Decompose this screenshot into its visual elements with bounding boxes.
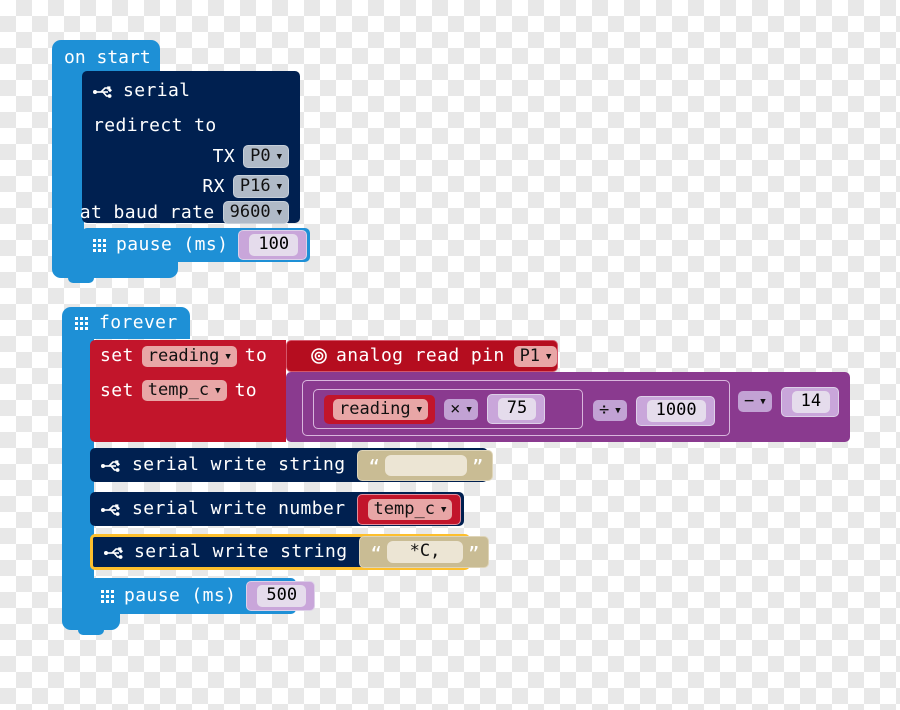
to-keyword: to [234, 379, 258, 401]
chevron-down-icon: ▼ [546, 351, 552, 362]
tx-label: TX [212, 145, 236, 167]
usb-icon [93, 84, 113, 98]
on-start-label: on start [64, 47, 151, 68]
baud-rate-label: at baud rate [79, 201, 215, 223]
close-quote-icon: ” [471, 456, 484, 479]
serial-write-string-block-2[interactable]: serial write string “ *C, ” [90, 534, 490, 570]
serial-write-string-block-1[interactable]: serial write string “ ” [90, 448, 494, 482]
led-grid-icon [75, 316, 88, 330]
serial-redirect-word-serial: serial [123, 80, 191, 101]
analog-read-pin-dropdown[interactable]: P1 ▼ [513, 345, 558, 367]
usb-icon [101, 502, 121, 516]
chevron-down-icon: ▼ [215, 386, 221, 396]
chevron-down-icon: ▼ [276, 208, 282, 218]
chevron-down-icon: ▼ [416, 404, 423, 415]
forever-hat-block[interactable]: forever [62, 307, 190, 339]
chevron-down-icon: ▼ [466, 404, 472, 415]
analog-read-label: analog read pin [336, 345, 505, 366]
serial-write-number-block[interactable]: serial write number temp_c ▼ [90, 492, 464, 526]
pause-block-100[interactable]: pause (ms) 100 [82, 228, 310, 262]
variable-temp-c-dropdown[interactable]: temp_c ▼ [367, 498, 453, 520]
serial-write-number-label: serial write number [132, 498, 346, 519]
multiply-operator-dropdown[interactable]: × ▼ [444, 398, 478, 420]
serial-baud-row: at baud rate 9600 ▼ [80, 201, 289, 224]
led-grid-icon [101, 589, 114, 603]
pause-duration-field[interactable]: 500 [246, 581, 316, 611]
subtract-operator-dropdown[interactable]: − ▼ [738, 391, 772, 413]
pause-duration-field[interactable]: 100 [238, 230, 308, 260]
pause-label: pause (ms) [116, 234, 229, 255]
variable-reading-reporter[interactable]: reading ▼ [324, 394, 436, 424]
usb-icon [101, 458, 121, 472]
tx-pin-dropdown[interactable]: P0 ▼ [243, 145, 289, 168]
serial-write-string-label: serial write string [132, 454, 346, 475]
serial-redirect-block[interactable]: serial redirect to TX P0 ▼ RX P16 ▼ at b… [80, 71, 300, 224]
chevron-down-icon: ▼ [225, 351, 231, 362]
subtract-operator-row: − ▼ 14 [738, 387, 840, 417]
serial-redirect-word-redirect: redirect to [93, 115, 217, 136]
string-shadow-block[interactable]: “ ” [356, 449, 494, 481]
math-subtract-block[interactable]: reading ▼ × ▼ 75 ÷ ▼ 1000 − ▼ 14 [286, 372, 850, 442]
rx-pin-dropdown[interactable]: P16 ▼ [232, 175, 289, 198]
serial-tx-row: TX P0 ▼ [213, 145, 289, 168]
variable-reading-dropdown[interactable]: reading ▼ [141, 345, 237, 367]
analog-read-pin-block[interactable]: analog read pin P1 ▼ [286, 340, 558, 372]
string-text-input[interactable]: *C, [386, 541, 463, 563]
pause-label: pause (ms) [124, 585, 237, 606]
on-start-body-spine[interactable] [52, 70, 84, 266]
set-temp-c-row: set temp_c ▼ to [100, 380, 257, 401]
divide-operator-dropdown[interactable]: ÷ ▼ [593, 400, 627, 422]
baud-rate-dropdown[interactable]: 9600 ▼ [222, 201, 289, 224]
set-variable-reading-block[interactable]: set reading ▼ to [90, 340, 286, 372]
string-text-input[interactable] [384, 454, 467, 476]
rx-label: RX [202, 175, 225, 197]
chevron-down-icon: ▼ [615, 406, 621, 417]
to-keyword: to [244, 345, 268, 366]
chevron-down-icon: ▼ [760, 397, 766, 408]
close-quote-icon: ” [467, 543, 480, 566]
forever-foot-notch [78, 628, 104, 635]
open-quote-icon: “ [370, 543, 382, 566]
string-shadow-block[interactable]: “ *C, ” [358, 536, 490, 568]
set-keyword: set [100, 345, 134, 366]
chevron-down-icon: ▼ [276, 152, 282, 162]
variable-reading-dropdown[interactable]: reading ▼ [333, 398, 429, 420]
variable-temp-c-reporter[interactable]: temp_c ▼ [356, 493, 462, 525]
variable-temp-c-dropdown[interactable]: temp_c ▼ [141, 380, 227, 401]
forever-label: forever [99, 312, 178, 333]
divide-operand-field[interactable]: 1000 [635, 396, 715, 426]
on-start-hat-block[interactable]: on start [52, 40, 160, 72]
chevron-down-icon: ▼ [440, 504, 447, 515]
chevron-down-icon: ▼ [276, 182, 282, 192]
divide-operator-row: ÷ ▼ 1000 [593, 396, 715, 426]
on-start-foot-notch [68, 276, 94, 283]
pause-block-500[interactable]: pause (ms) 500 [90, 578, 316, 614]
pin-circle-icon [311, 348, 327, 364]
led-grid-icon [93, 238, 106, 252]
set-keyword: set [100, 379, 134, 401]
usb-icon [104, 545, 124, 559]
subtract-operand-field[interactable]: 14 [780, 387, 840, 417]
serial-redirect-title-row: serial [93, 82, 190, 100]
math-divide-block[interactable]: reading ▼ × ▼ 75 ÷ ▼ 1000 [302, 380, 730, 436]
multiply-operand-field[interactable]: 75 [486, 394, 546, 424]
serial-rx-row: RX P16 ▼ [202, 175, 289, 198]
math-multiply-block[interactable]: reading ▼ × ▼ 75 [313, 389, 583, 429]
serial-write-string-label: serial write string [134, 541, 348, 562]
open-quote-icon: “ [368, 456, 380, 479]
set-variable-temp-c-block[interactable]: set temp_c ▼ to [90, 372, 286, 442]
